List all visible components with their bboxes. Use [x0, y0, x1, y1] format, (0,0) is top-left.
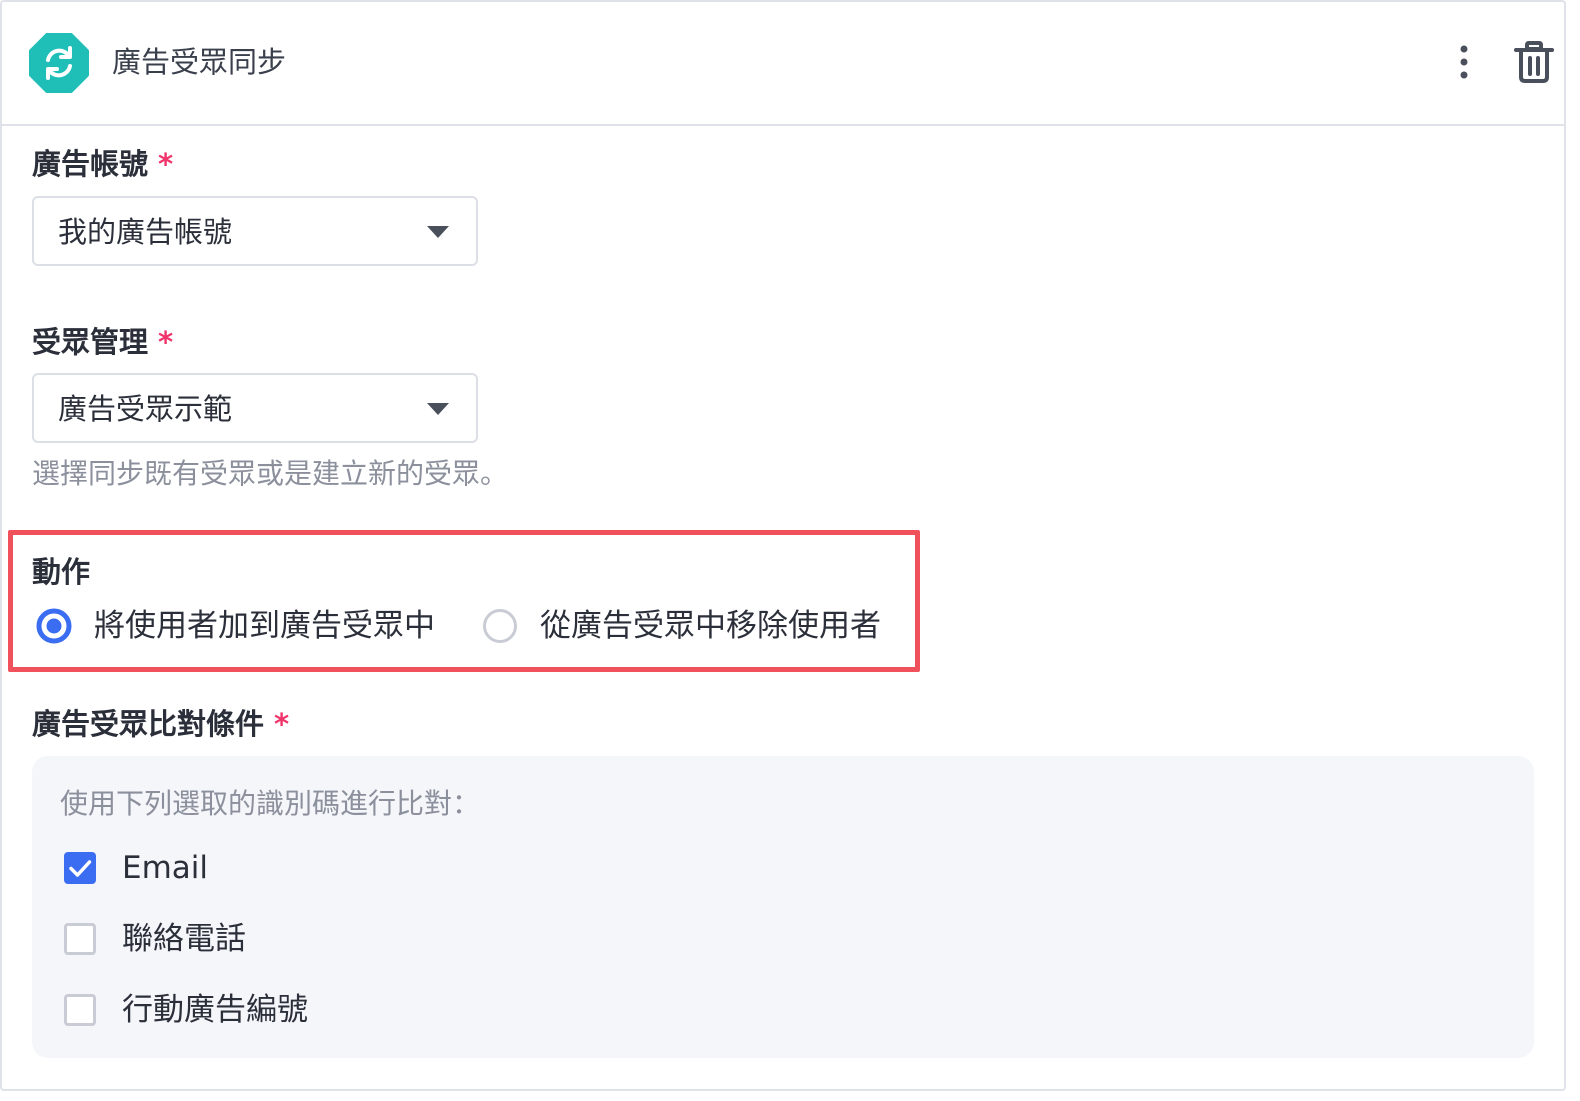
- chevron-down-icon: [427, 403, 449, 415]
- required-mark: *: [274, 707, 290, 741]
- audience-helper-text: 選擇同步既有受眾或是建立新的受眾。: [32, 457, 509, 490]
- ad-account-select-value: 我的廣告帳號: [58, 215, 233, 249]
- radio-remove-users-label: 從廣告受眾中移除使用者: [540, 608, 881, 644]
- chevron-down-icon: [427, 226, 449, 238]
- checkbox-phone[interactable]: 聯絡電話: [64, 917, 364, 961]
- card-header: 廣告受眾同步: [2, 2, 1564, 126]
- checkbox-mobile-ad-id-label: 行動廣告編號: [122, 992, 308, 1028]
- checkbox-unchecked-icon: [64, 923, 96, 955]
- audience-label: 受眾管理 *: [32, 322, 173, 362]
- matching-note: 使用下列選取的識別碼進行比對：: [60, 787, 481, 820]
- radio-add-users-label: 將使用者加到廣告受眾中: [94, 608, 435, 644]
- radio-remove-users[interactable]: 從廣告受眾中移除使用者: [482, 602, 902, 650]
- audience-select[interactable]: 廣告受眾示範: [32, 373, 478, 443]
- radio-add-users[interactable]: 將使用者加到廣告受眾中: [36, 602, 456, 650]
- checkbox-email[interactable]: Email: [64, 846, 364, 890]
- audience-sync-card: 廣告受眾同步 廣告帳號 * 我的廣告帳號 受眾管理 * 廣告受眾示範 選擇同步既…: [0, 0, 1566, 1091]
- required-mark: *: [158, 147, 174, 181]
- ad-account-label: 廣告帳號 *: [32, 144, 173, 184]
- action-highlight-box: [8, 530, 920, 672]
- card-title: 廣告受眾同步: [112, 45, 287, 79]
- action-label: 動作: [32, 555, 91, 589]
- checkbox-phone-label: 聯絡電話: [122, 921, 246, 957]
- checkbox-email-label: Email: [122, 850, 209, 886]
- ad-account-label-text: 廣告帳號: [32, 147, 149, 181]
- more-vertical-icon[interactable]: [1446, 42, 1482, 82]
- matching-label: 廣告受眾比對條件 *: [32, 704, 289, 744]
- checkbox-checked-icon: [64, 852, 96, 884]
- radio-unselected-icon: [483, 609, 517, 643]
- sync-icon: [29, 33, 89, 93]
- checkbox-mobile-ad-id[interactable]: 行動廣告編號: [64, 988, 364, 1032]
- required-mark: *: [158, 325, 174, 359]
- ad-account-select[interactable]: 我的廣告帳號: [32, 196, 478, 266]
- checkbox-unchecked-icon: [64, 994, 96, 1026]
- matching-label-text: 廣告受眾比對條件: [32, 707, 265, 741]
- trash-icon[interactable]: [1512, 40, 1556, 84]
- audience-select-value: 廣告受眾示範: [58, 392, 233, 426]
- radio-selected-icon: [36, 608, 72, 644]
- audience-label-text: 受眾管理: [32, 325, 149, 359]
- matching-panel: 使用下列選取的識別碼進行比對： Email 聯絡電話 行動廣告編號: [32, 756, 1534, 1058]
